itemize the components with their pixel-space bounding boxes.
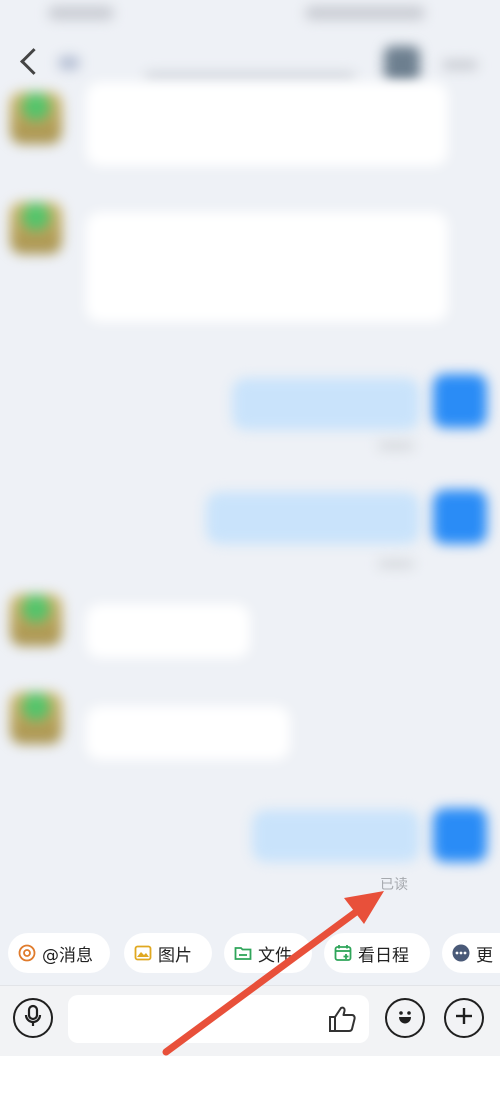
bubble-tea-avatar[interactable] [10, 692, 62, 744]
message-input[interactable] [68, 995, 369, 1043]
message-row [10, 202, 62, 254]
chat-screen: 已读 @消息 图片 文件 看日程 更 [0, 0, 500, 1056]
smiley-icon [393, 1004, 417, 1032]
message-row [86, 604, 250, 658]
folder-icon [234, 944, 252, 962]
microphone-icon [22, 1004, 44, 1032]
at-icon [18, 944, 36, 962]
bubble-tea-avatar[interactable] [10, 202, 62, 254]
message-bubble[interactable] [232, 378, 420, 430]
emoji-button[interactable] [385, 998, 425, 1038]
status-indicators [305, 6, 425, 20]
message-row [252, 810, 420, 862]
message-row [86, 212, 448, 322]
group-avatar[interactable] [384, 46, 420, 82]
plus-button[interactable] [444, 998, 484, 1038]
message-bubble[interactable] [86, 604, 250, 658]
chip-label: @消息 [42, 945, 93, 966]
status-bar [0, 0, 500, 36]
self-avatar[interactable] [433, 374, 487, 428]
image-icon [134, 944, 152, 962]
back-icon[interactable] [20, 48, 47, 75]
bubble-tea-avatar[interactable] [10, 594, 62, 646]
chip-calendar[interactable]: 看日程 [324, 933, 430, 973]
self-avatar[interactable] [433, 490, 487, 544]
composer-bar [0, 985, 500, 1056]
message-bubble[interactable] [206, 492, 420, 544]
message-bubble[interactable] [86, 706, 290, 760]
self-avatar[interactable] [433, 808, 487, 862]
message-row [232, 378, 420, 430]
status-time [48, 6, 114, 20]
chip-at-message[interactable]: @消息 [8, 933, 110, 973]
message-row [433, 490, 487, 544]
chip-file[interactable]: 文件 [224, 933, 312, 973]
chip-label: 更 [476, 945, 493, 966]
read-status: 已读 [380, 877, 408, 893]
message-row [206, 492, 420, 544]
chip-label: 看日程 [358, 945, 409, 966]
message-row [10, 594, 62, 646]
read-marker [378, 560, 414, 568]
chat-subtitle [145, 72, 355, 82]
bubble-tea-avatar[interactable] [10, 92, 62, 144]
more-menu-button[interactable] [442, 60, 478, 70]
chip-label: 图片 [158, 945, 192, 966]
message-row [433, 374, 487, 428]
message-bubble[interactable] [252, 810, 420, 862]
message-row [10, 692, 62, 744]
chip-more[interactable]: 更 [442, 933, 500, 973]
message-bubble[interactable] [86, 212, 448, 322]
message-bubble[interactable] [86, 82, 448, 166]
chip-image[interactable]: 图片 [124, 933, 212, 973]
read-marker [378, 442, 414, 450]
thumbs-up-icon[interactable] [327, 1005, 357, 1033]
message-row [86, 82, 448, 166]
unread-badge [58, 56, 80, 70]
calendar-icon [334, 944, 352, 962]
more-icon [452, 944, 470, 962]
plus-icon [453, 1005, 475, 1031]
message-row [86, 706, 290, 760]
voice-button[interactable] [13, 998, 53, 1038]
shortcut-bar: @消息 图片 文件 看日程 更 [0, 926, 500, 980]
chip-label: 文件 [258, 945, 292, 966]
message-row [433, 808, 487, 862]
